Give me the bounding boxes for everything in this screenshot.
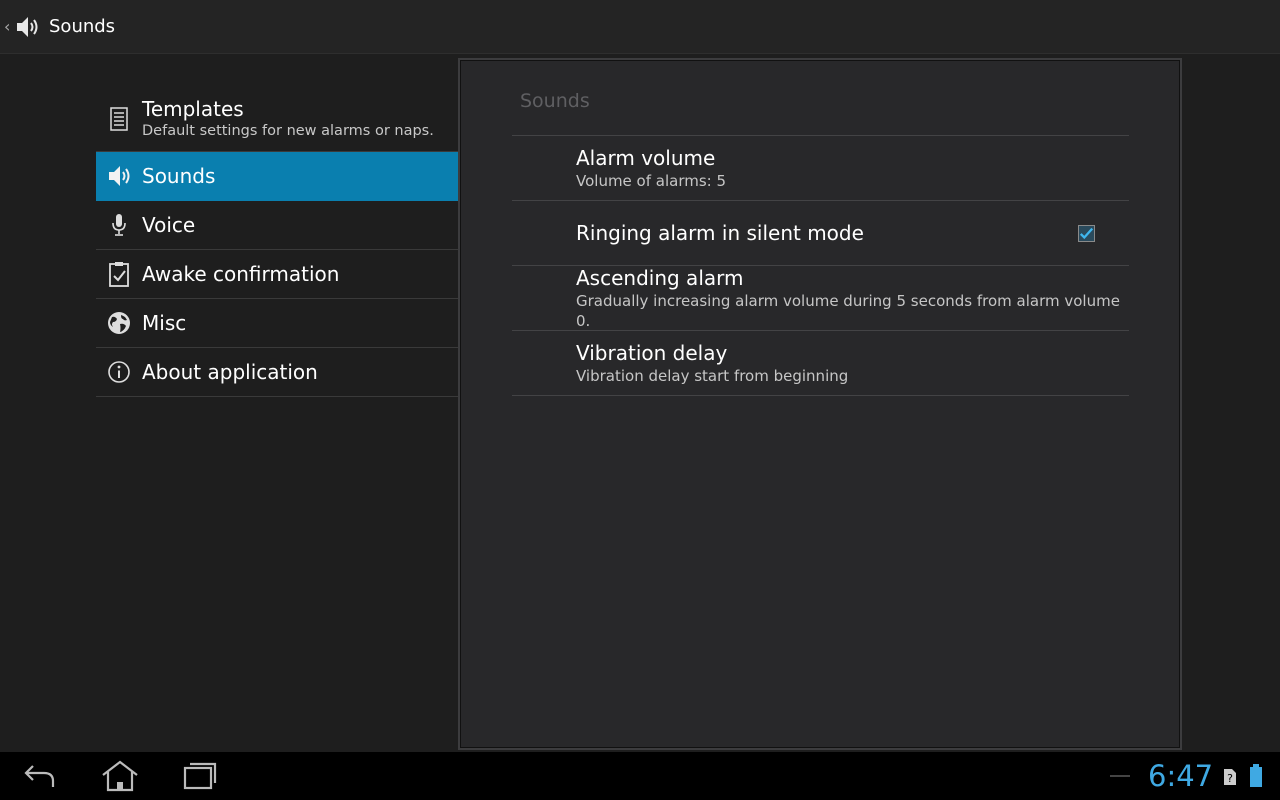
globe-icon [96, 299, 142, 348]
speaker-icon [14, 14, 40, 40]
pref-ringing-silent-mode[interactable]: Ringing alarm in silent mode [512, 201, 1129, 266]
action-bar: ‹ Sounds [0, 0, 1280, 54]
svg-text:?: ? [1227, 772, 1233, 785]
pref-summary: Volume of alarms: 5 [576, 171, 727, 190]
header-item-sounds[interactable]: Sounds [96, 152, 458, 201]
pref-summary: Vibration delay start from beginning [576, 366, 849, 385]
content-area: Templates Default settings for new alarm… [0, 54, 1280, 752]
pref-alarm-volume[interactable]: Alarm volume Volume of alarms: 5 [512, 136, 1129, 201]
home-icon [102, 760, 138, 792]
up-button[interactable]: ‹ [0, 0, 40, 54]
clipboard-check-icon [96, 250, 142, 299]
header-item-about-application[interactable]: About application [96, 348, 458, 397]
sim-unknown-icon: ? [1223, 766, 1237, 786]
header-title: Misc [142, 311, 187, 335]
back-caret-icon: ‹ [4, 17, 11, 36]
system-nav-bar: 6:47 ? [0, 752, 1280, 800]
header-item-voice[interactable]: Voice [96, 201, 458, 250]
pref-title: Vibration delay [576, 340, 728, 365]
pref-title: Alarm volume [576, 145, 716, 170]
home-button[interactable] [92, 758, 148, 794]
header-item-templates[interactable]: Templates Default settings for new alarm… [96, 86, 458, 152]
pref-title: Ringing alarm in silent mode [576, 220, 864, 245]
microphone-icon [96, 201, 142, 250]
settings-headers-list: Templates Default settings for new alarm… [96, 86, 458, 397]
pref-title: Ascending alarm [576, 265, 744, 290]
dash-indicator-icon [1110, 774, 1130, 778]
header-title: About application [142, 360, 318, 384]
info-icon [96, 348, 142, 397]
clock[interactable]: 6:47 [1148, 759, 1213, 793]
header-item-misc[interactable]: Misc [96, 299, 458, 348]
speaker-icon [96, 152, 142, 201]
header-summary: Default settings for new alarms or naps. [142, 122, 434, 139]
header-item-awake-confirmation[interactable]: Awake confirmation [96, 250, 458, 299]
header-title: Templates [142, 96, 244, 121]
document-icon [96, 94, 142, 143]
header-title: Awake confirmation [142, 262, 340, 286]
silent-mode-checkbox[interactable] [1078, 225, 1095, 242]
panel-title: Sounds [520, 90, 590, 112]
pref-vibration-delay[interactable]: Vibration delay Vibration delay start fr… [512, 331, 1129, 396]
recent-apps-icon [183, 762, 217, 790]
header-title: Sounds [142, 164, 216, 188]
preference-list: Alarm volume Volume of alarms: 5 Ringing… [512, 135, 1129, 396]
back-arrow-icon [24, 765, 55, 787]
pref-ascending-alarm[interactable]: Ascending alarm Gradually increasing ala… [512, 266, 1129, 331]
preferences-panel: Sounds Alarm volume Volume of alarms: 5 … [458, 58, 1182, 750]
page-title: Sounds [49, 16, 116, 37]
header-title: Voice [142, 213, 196, 237]
checkmark-icon [1079, 227, 1094, 240]
back-button[interactable] [12, 758, 68, 794]
battery-icon [1249, 764, 1263, 788]
recent-apps-button[interactable] [172, 758, 228, 794]
pref-summary: Gradually increasing alarm volume during… [576, 291, 1120, 330]
